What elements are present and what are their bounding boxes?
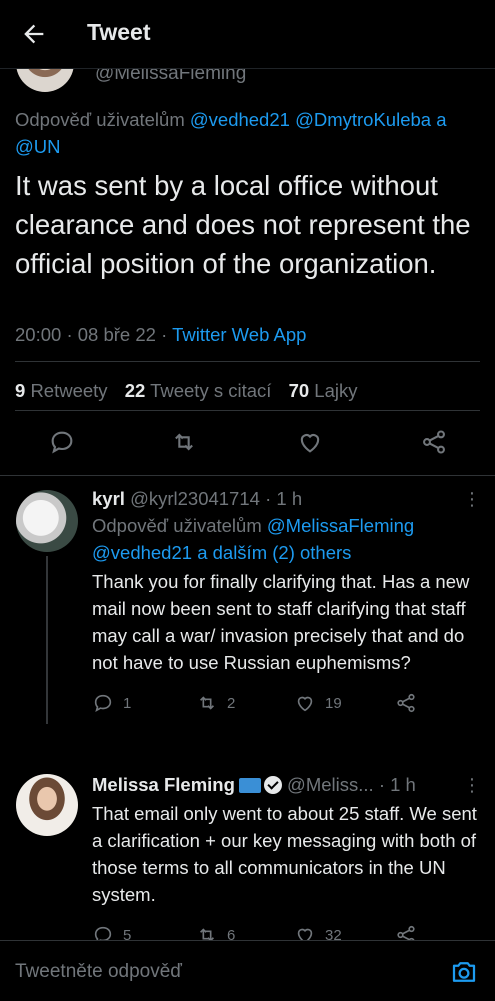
reply-prefix: Odpověď uživatelům [92, 515, 262, 536]
tweet-text: It was sent by a local office without cl… [15, 170, 471, 279]
tweet-stats: 9 Retweety 22 Tweety s citací 70 Lajky [15, 380, 357, 402]
reply-text: That email only went to about 25 staff. … [92, 803, 477, 905]
mention-link[interactable]: @vedhed21 [190, 109, 290, 130]
display-name[interactable]: kyrl [92, 488, 125, 509]
back-arrow-icon[interactable] [20, 20, 48, 48]
reply-text: Thank you for finally clarifying that. H… [92, 571, 470, 673]
verified-icon [263, 776, 282, 794]
tweet-time: 20:00 [15, 324, 62, 345]
reply-header: kyrl @kyrl23041714 · 1 h [92, 486, 487, 512]
avatar[interactable] [16, 774, 78, 836]
avatar[interactable] [16, 490, 78, 552]
top-bar: Tweet [0, 0, 495, 69]
reply-prefix: Odpověď uživatelům [15, 109, 185, 130]
like-icon [294, 692, 316, 714]
camera-icon[interactable] [449, 957, 479, 987]
like-button[interactable]: 19 [294, 692, 342, 714]
reply-count: 1 [123, 694, 132, 712]
reply-compose-bar[interactable]: Tweetněte odpověď [0, 940, 495, 1001]
divider [15, 361, 480, 362]
handle[interactable]: @kyrl23041714 [130, 488, 260, 509]
reply-to-line: Odpověď uživatelům @MelissaFleming @vedh… [92, 512, 487, 566]
meta-dot: · [66, 324, 73, 345]
tweet-source[interactable]: Twitter Web App [172, 324, 306, 345]
reply-body: kyrl @kyrl23041714 · 1 h Odpověď uživate… [92, 486, 487, 716]
retweets-count: 9 [15, 380, 26, 401]
retweets-label: Retweety [30, 380, 108, 401]
mention-and: a [436, 109, 447, 130]
retweet-button[interactable]: 2 [196, 692, 235, 714]
meta-dot: · [265, 488, 272, 509]
meta-dot: · [161, 324, 168, 345]
retweet-icon [196, 692, 218, 714]
likes-count: 70 [288, 380, 310, 401]
reply-icon[interactable] [48, 428, 78, 458]
like-icon[interactable] [296, 428, 326, 458]
divider [15, 410, 480, 411]
quotes-count: 22 [124, 380, 146, 401]
timestamp: 1 h [390, 774, 416, 795]
reply-to-line: Odpověď uživatelům @vedhed21 @DmytroKule… [15, 106, 485, 160]
flag-icon [238, 778, 261, 793]
reply-icon [92, 692, 114, 714]
divider [0, 475, 495, 476]
retweets-stat[interactable]: 9 Retweety [15, 380, 108, 401]
meta-dot: · [378, 774, 385, 795]
reply-input[interactable]: Tweetněte odpověď [15, 961, 182, 983]
tweet-actions [0, 428, 495, 464]
quotes-stat[interactable]: 22 Tweety s citací [125, 380, 272, 401]
share-button[interactable] [395, 692, 417, 714]
share-icon [395, 692, 417, 714]
quotes-label: Tweety s citací [150, 380, 272, 401]
thread-line [46, 556, 48, 724]
like-count: 19 [325, 694, 342, 712]
share-icon[interactable] [420, 428, 450, 458]
reply-header: Melissa Fleming @Meliss... · 1 h [92, 772, 487, 798]
display-name[interactable]: Melissa Fleming [92, 774, 235, 795]
page-title: Tweet [87, 19, 151, 45]
tweet-meta: 20:00 · 08 bře 22 · Twitter Web App [15, 324, 306, 346]
reply-actions: 1 2 19 [92, 686, 487, 716]
tweet-date: 08 bře 22 [77, 324, 156, 345]
mention-link[interactable]: @UN [15, 136, 61, 157]
reply-button[interactable]: 1 [92, 692, 131, 714]
likes-label: Lajky [314, 380, 358, 401]
timestamp: 1 h [276, 488, 303, 509]
handle[interactable]: @Meliss... [287, 774, 374, 795]
retweet-count: 2 [227, 694, 236, 712]
retweet-icon[interactable] [170, 428, 200, 458]
reply-body: Melissa Fleming @Meliss... · 1 h That em… [92, 772, 487, 948]
mention-link[interactable]: @DmytroKuleba [295, 109, 431, 130]
likes-stat[interactable]: 70 Lajky [289, 380, 358, 401]
